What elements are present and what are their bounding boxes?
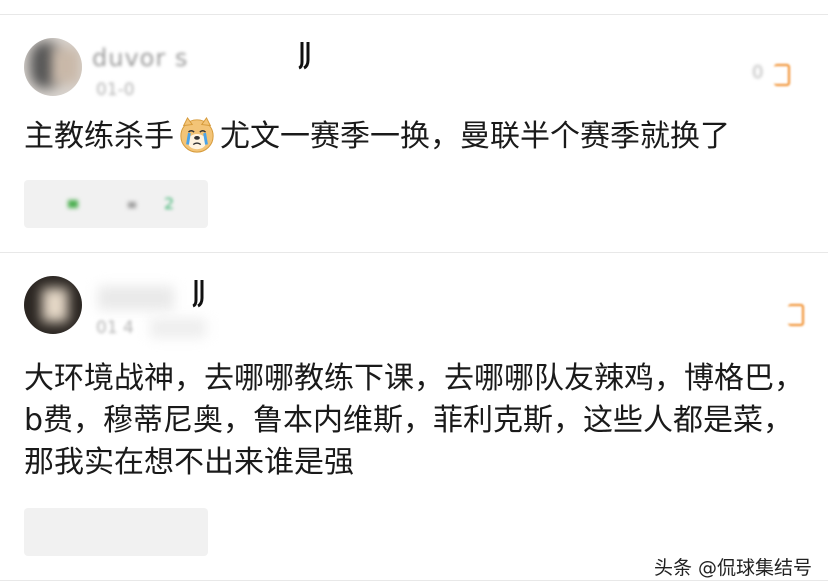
avatar[interactable] — [24, 276, 82, 334]
watermark: 头条 @侃球集结号 — [653, 557, 812, 579]
replies-preview[interactable]: 2 — [24, 180, 208, 228]
comment-text: 主教练杀手 尤文一赛季一换，曼联半个赛季就换了 — [24, 116, 804, 158]
comment-item: duvor s 01-0 0 主教练杀手 尤文一赛季一换，曼联半个赛季就换了 2 — [0, 0, 828, 250]
juventus-badge-icon — [192, 280, 204, 308]
comment-text-part: 尤文一赛季一换，曼联半个赛季就换了 — [220, 119, 730, 154]
bottom-divider — [0, 580, 828, 581]
crying-doge-emoji-icon — [180, 116, 214, 153]
comment-text: 大环境战神，去哪哪教练下课，去哪哪队友辣鸡，博格巴，b费，穆蒂尼奥，鲁本内维斯，… — [24, 361, 804, 480]
comment-text-part: 主教练杀手 — [24, 119, 174, 154]
like-count: 0 — [752, 62, 764, 83]
replies-preview[interactable] — [24, 508, 208, 556]
juventus-badge-icon — [298, 42, 310, 70]
username[interactable]: duvor s — [92, 44, 188, 72]
replies-preview-text: 2 — [164, 194, 203, 213]
like-icon[interactable] — [774, 64, 790, 86]
comment-item: 01 4 大环境战神，去哪哪教练下课，去哪哪队友辣鸡，博格巴，b费，穆蒂尼奥，鲁… — [0, 252, 828, 582]
avatar[interactable] — [24, 38, 82, 96]
timestamp-redacted — [150, 318, 206, 338]
username-redacted — [98, 286, 174, 310]
timestamp: 01 4 — [96, 318, 134, 338]
timestamp: 01-0 — [96, 80, 135, 100]
like-icon[interactable] — [788, 304, 804, 326]
